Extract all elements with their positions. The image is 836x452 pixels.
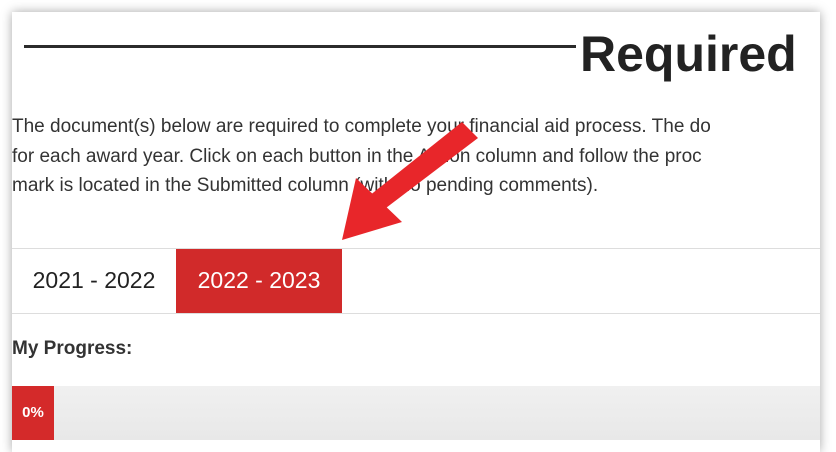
progress-label: My Progress: bbox=[12, 338, 133, 359]
heading-rule bbox=[24, 45, 576, 48]
tab-2022-2023[interactable]: 2022 - 2023 bbox=[176, 249, 342, 313]
intro-line-1: The document(s) below are required to co… bbox=[12, 116, 711, 137]
intro-line-3: mark is located in the Submitted column … bbox=[12, 175, 599, 196]
progress-bar: 0% bbox=[12, 386, 820, 440]
intro-line-2: for each award year. Click on each butto… bbox=[12, 145, 702, 167]
page-title: Required bbox=[580, 26, 797, 82]
progress-fill: 0% bbox=[12, 386, 54, 440]
intro-text: The document(s) below are required to co… bbox=[12, 112, 820, 201]
screenshot-frame: Required The document(s) below are requi… bbox=[0, 0, 836, 452]
tab-2021-2022[interactable]: 2021 - 2022 bbox=[12, 249, 176, 313]
page-heading: Required bbox=[12, 12, 820, 102]
required-documents-panel: Required The document(s) below are requi… bbox=[12, 12, 820, 452]
award-year-tabs: 2021 - 2022 2022 - 2023 bbox=[12, 248, 820, 314]
